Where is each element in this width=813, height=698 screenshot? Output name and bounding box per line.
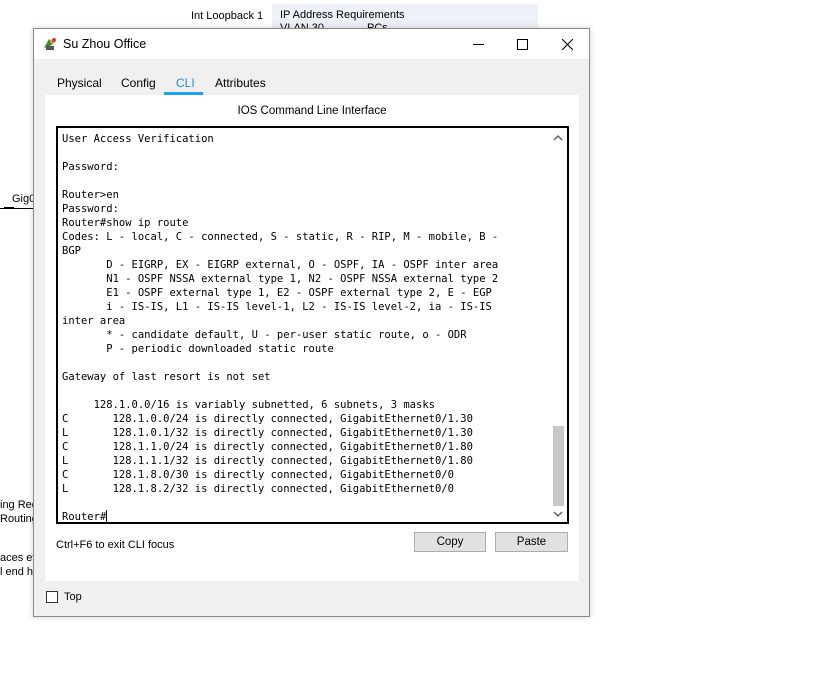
tab-cli[interactable]: CLI: [176, 76, 195, 90]
bg-label-interfaces: aces et: [0, 552, 36, 564]
bg-label-loopback: Int Loopback 1: [191, 10, 264, 22]
cli-heading: IOS Command Line Interface: [237, 105, 387, 117]
cli-output-text: User Access Verification Password: Route…: [62, 133, 499, 523]
router-app-icon: [42, 36, 58, 52]
cli-focus-hint: Ctrl+F6 to exit CLI focus: [56, 539, 175, 551]
cli-panel: IOS Command Line Interface User Access V…: [45, 95, 579, 581]
text-cursor: [106, 510, 108, 522]
top-checkbox[interactable]: [46, 591, 58, 603]
window-title: Su Zhou Office: [63, 37, 147, 51]
minimize-icon: [472, 43, 484, 45]
scroll-down-arrow-icon[interactable]: [553, 509, 563, 519]
minimize-button[interactable]: [455, 29, 501, 59]
tab-physical[interactable]: Physical: [57, 76, 102, 90]
close-button[interactable]: [544, 29, 590, 59]
vertical-scrollbar[interactable]: [551, 130, 565, 520]
tab-attributes[interactable]: Attributes: [215, 76, 266, 90]
close-icon: [561, 38, 573, 50]
top-checkbox-label: Top: [64, 591, 82, 603]
copy-button[interactable]: Copy: [414, 532, 486, 552]
tab-config[interactable]: Config: [121, 76, 156, 90]
cli-terminal[interactable]: User Access Verification Password: Route…: [56, 126, 569, 524]
bg-label-gig: Gig0: [12, 193, 36, 205]
scroll-up-arrow-icon[interactable]: [553, 133, 563, 143]
cli-output[interactable]: User Access Verification Password: Route…: [62, 132, 499, 523]
device-window: Su Zhou Office Physical Config CLI Attri…: [33, 28, 590, 617]
bg-label-ip-requirements: IP Address Requirements: [280, 9, 405, 21]
bg-link-marker: [4, 207, 14, 209]
maximize-icon: [516, 38, 528, 50]
scroll-thumb[interactable]: [553, 426, 564, 506]
title-bar[interactable]: Su Zhou Office: [34, 29, 589, 59]
maximize-button[interactable]: [499, 29, 545, 59]
paste-button[interactable]: Paste: [495, 532, 568, 552]
